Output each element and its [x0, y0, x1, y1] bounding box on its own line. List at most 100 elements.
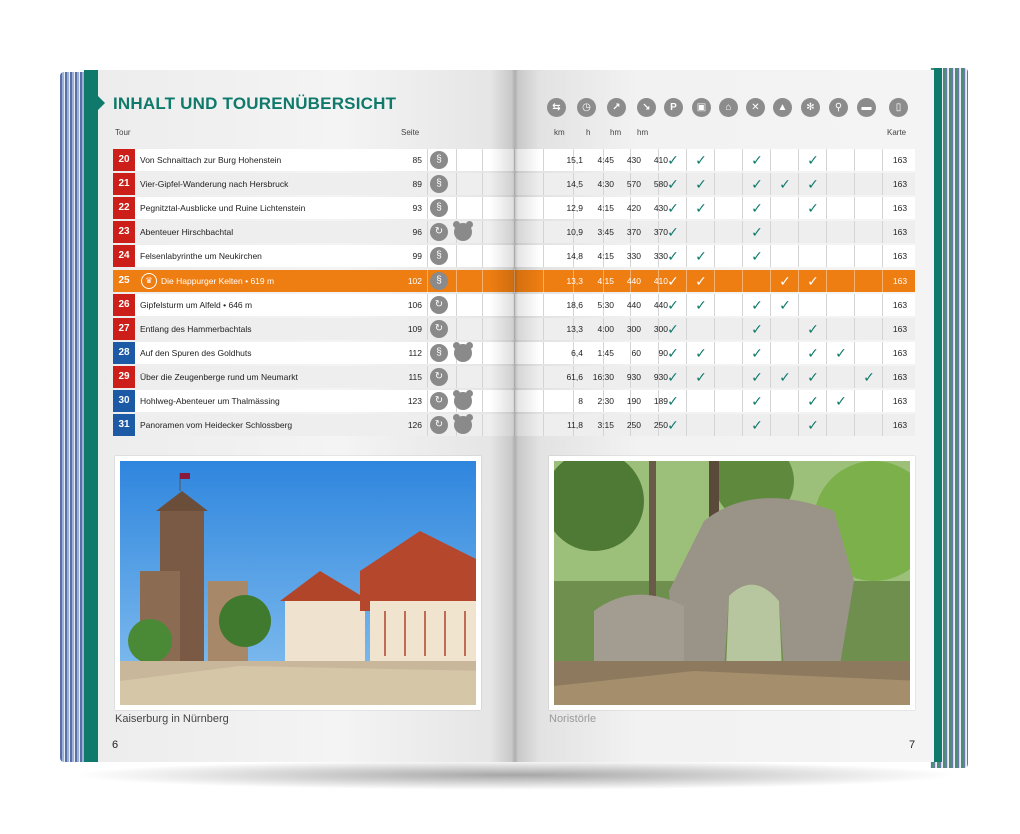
column-divider: [770, 221, 771, 243]
tour-title: Panoramen vom Heidecker Schlossberg: [140, 420, 293, 430]
tour-hm-down: 250: [653, 420, 668, 430]
column-header-seite: Seite: [401, 128, 420, 137]
column-divider: [854, 197, 855, 219]
column-divider: [826, 294, 827, 316]
column-divider: [826, 221, 827, 243]
tour-hm-down: 430: [653, 203, 668, 213]
column-divider: [770, 366, 771, 388]
tour-hm-up: 250: [626, 420, 641, 430]
column-header-karte: Karte: [887, 128, 907, 137]
column-divider: [826, 197, 827, 219]
tour-km: 13,3: [566, 276, 583, 286]
column-divider: [482, 294, 483, 316]
book-shadow: [70, 760, 960, 790]
table-row[interactable]: 31 Panoramen vom Heidecker Schlossberg 126…: [113, 414, 915, 436]
table-row[interactable]: 23 Abenteuer Hirschbachtal 96 ↻ 10,9 3:45 370 3…: [113, 221, 915, 243]
column-divider: [482, 197, 483, 219]
table-row[interactable]: 26 Gipfelsturm um Alfeld • 646 m 106 ↻ 18,6 5…: [113, 294, 915, 316]
tour-hm-up: 60: [631, 348, 641, 358]
kaiserburg-image: [120, 461, 476, 705]
column-divider: [714, 221, 715, 243]
column-divider: [482, 149, 483, 171]
column-divider: [770, 318, 771, 340]
column-divider: [882, 221, 883, 243]
one-way-icon: §: [430, 199, 448, 217]
tour-page: 89: [412, 179, 422, 189]
tour-title: Entlang des Hammerbachtals: [140, 324, 252, 334]
table-row[interactable]: 27 Entlang des Hammerbachtals 109 ↻ 13,3 4:00…: [113, 318, 915, 340]
column-divider: [686, 342, 687, 364]
table-row[interactable]: 21 Vier-Gipfel-Wanderung nach Hersbruck 89…: [113, 173, 915, 195]
tour-map: 163: [892, 372, 908, 382]
table-row[interactable]: 30 Hohlweg-Abenteuer um Thalmässing 123 ↻ 8 2…: [113, 390, 915, 412]
column-divider: [427, 342, 428, 364]
noristoerle-image: [554, 461, 910, 705]
column-divider: [482, 221, 483, 243]
check-icon: ✓: [751, 297, 763, 313]
table-row[interactable]: 24 Felsenlabyrinthe um Neukirchen 99 § 14,8 4…: [113, 245, 915, 267]
tour-hours: 3:15: [597, 420, 614, 430]
check-icon: ✓: [751, 393, 763, 409]
column-divider: [482, 318, 483, 340]
tour-map: 163: [892, 276, 908, 286]
tour-km: 15,1: [566, 155, 583, 165]
table-row[interactable]: 25 ♛ Die Happurger Kelten • 619 m 102 § 13,3 4…: [113, 270, 915, 292]
column-divider: [742, 318, 743, 340]
tour-page: 115: [408, 372, 422, 382]
column-divider: [798, 197, 799, 219]
column-divider: [770, 270, 771, 292]
column-divider: [742, 173, 743, 195]
tour-page: 93: [412, 203, 422, 213]
check-icon: ✓: [807, 345, 819, 361]
tour-hours: 2:30: [597, 396, 614, 406]
tour-hours: 4:15: [597, 203, 614, 213]
tour-number-badge: 26: [113, 294, 135, 316]
check-icon: ✓: [667, 152, 679, 168]
winter-icon: ✻: [801, 98, 820, 117]
check-icon: ✓: [695, 273, 707, 289]
tour-number-badge: 21: [113, 173, 135, 195]
column-divider: [770, 149, 771, 171]
column-divider: [543, 342, 544, 364]
tour-km: 11,8: [567, 420, 583, 430]
signpost-icon: ⇆: [547, 98, 566, 117]
column-divider: [882, 342, 883, 364]
column-divider: [456, 270, 457, 292]
check-icon: ✓: [695, 345, 707, 361]
family-bear-icon: [453, 414, 473, 434]
bus-icon: ▣: [692, 98, 711, 117]
tour-hours: 3:45: [597, 227, 614, 237]
highlight-crown-icon: ♛: [141, 273, 157, 289]
column-divider: [798, 414, 799, 436]
table-row[interactable]: 28 Auf den Spuren des Goldhuts 112 § 6,4 1:45…: [113, 342, 915, 364]
column-divider: [854, 221, 855, 243]
column-divider: [543, 270, 544, 292]
bike-icon: ⚲: [829, 98, 848, 117]
column-divider: [798, 366, 799, 388]
table-row[interactable]: 29 Über die Zeugenberge rund um Neumarkt 1…: [113, 366, 915, 388]
check-icon: ✓: [807, 369, 819, 385]
tour-km: 10,9: [566, 227, 583, 237]
column-header-km: km: [554, 128, 565, 137]
check-icon: ✓: [807, 273, 819, 289]
table-row[interactable]: 22 Pegnitztal-Ausblicke und Ruine Lichten…: [113, 197, 915, 219]
column-divider: [770, 245, 771, 267]
tour-hm-down: 580: [653, 179, 668, 189]
tour-title: Pegnitztal-Ausblicke und Ruine Lichtenst…: [140, 203, 306, 213]
column-divider: [770, 197, 771, 219]
tour-hm-down: 90: [658, 348, 668, 358]
column-divider: [514, 270, 515, 292]
tour-km: 8: [578, 396, 583, 406]
column-divider: [714, 270, 715, 292]
round-trip-icon: ↻: [430, 320, 448, 338]
tour-map: 163: [892, 179, 908, 189]
column-divider: [427, 221, 428, 243]
table-row[interactable]: 20 Von Schnaittach zur Burg Hohenstein 85 §…: [113, 149, 915, 171]
check-icon: ✓: [751, 369, 763, 385]
check-icon: ✓: [667, 176, 679, 192]
tour-km: 14,8: [566, 251, 583, 261]
check-icon: ✓: [807, 200, 819, 216]
column-divider: [854, 366, 855, 388]
tour-number-badge: 30: [113, 390, 135, 412]
tour-hours: 4:45: [597, 155, 614, 165]
